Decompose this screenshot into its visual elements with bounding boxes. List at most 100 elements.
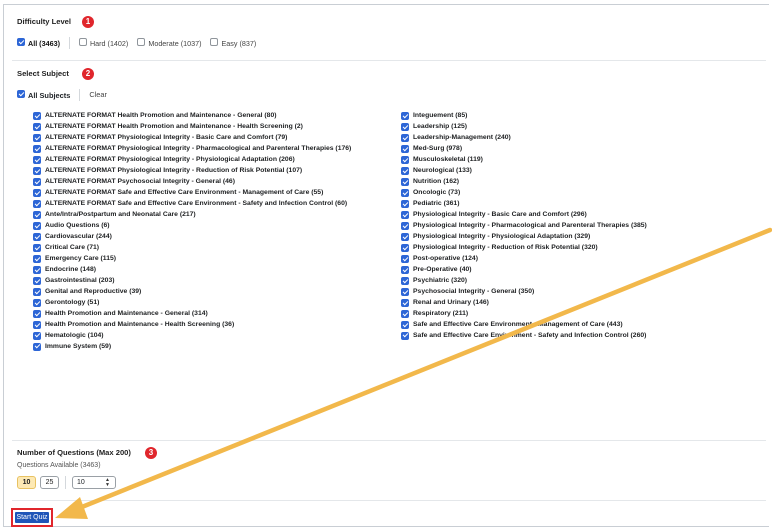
subject-item[interactable]: Pre-Operative (40) bbox=[401, 265, 701, 275]
checkbox-checked-icon bbox=[33, 309, 41, 318]
subject-item[interactable]: Neurological (133) bbox=[401, 166, 701, 176]
subject-item[interactable]: Med-Surg (978) bbox=[401, 144, 701, 154]
checkbox-checked-icon bbox=[401, 287, 409, 296]
checkbox-checked-icon bbox=[33, 144, 41, 153]
checkbox-checked-icon bbox=[33, 221, 41, 230]
subject-item[interactable]: Health Promotion and Maintenance - Healt… bbox=[33, 320, 393, 330]
checkbox-checked-icon bbox=[401, 254, 409, 263]
question-count-stepper[interactable]: 10 ▲ ▼ bbox=[72, 476, 116, 489]
subject-item-label: Psychosocial Integrity - General (350) bbox=[413, 287, 535, 295]
subject-item-label: Audio Questions (6) bbox=[45, 221, 110, 229]
subject-item[interactable]: Renal and Urinary (146) bbox=[401, 298, 701, 308]
subject-item-label: Safe and Effective Care Environment - Sa… bbox=[413, 331, 647, 339]
subject-item-label: ALTERNATE FORMAT Physiological Integrity… bbox=[45, 155, 295, 163]
all-subjects-label: All Subjects bbox=[28, 90, 71, 100]
checkbox-checked-icon bbox=[33, 243, 41, 252]
preset-25-button[interactable]: 25 bbox=[40, 476, 59, 489]
stepper-arrows-icon[interactable]: ▲ ▼ bbox=[105, 478, 110, 488]
checkbox-checked-icon bbox=[401, 177, 409, 186]
subject-item[interactable]: ALTERNATE FORMAT Safe and Effective Care… bbox=[33, 199, 393, 209]
checkbox-unchecked-icon bbox=[210, 38, 219, 46]
subject-item[interactable]: ALTERNATE FORMAT Physiological Integrity… bbox=[33, 166, 393, 176]
subject-item-label: ALTERNATE FORMAT Safe and Effective Care… bbox=[45, 188, 324, 196]
checkbox-checked-icon bbox=[401, 331, 409, 340]
subject-item[interactable]: Musculoskeletal (119) bbox=[401, 155, 701, 165]
difficulty-easy-label: Easy (837) bbox=[221, 38, 257, 48]
subject-item[interactable]: Hematologic (104) bbox=[33, 331, 393, 341]
difficulty-moderate-checkbox[interactable]: Moderate (1037) bbox=[137, 38, 201, 48]
checkbox-checked-icon bbox=[401, 276, 409, 285]
checkbox-checked-icon bbox=[401, 133, 409, 142]
subject-item[interactable]: Post-operative (124) bbox=[401, 254, 701, 264]
subject-item[interactable]: Endocrine (148) bbox=[33, 265, 393, 275]
checkbox-checked-icon bbox=[401, 298, 409, 307]
checkbox-checked-icon bbox=[401, 232, 409, 241]
checkbox-checked-icon bbox=[33, 210, 41, 219]
subject-item-label: ALTERNATE FORMAT Health Promotion and Ma… bbox=[45, 112, 277, 119]
subject-item[interactable]: Gastrointestinal (203) bbox=[33, 276, 393, 286]
subject-item[interactable]: Oncologic (73) bbox=[401, 188, 701, 198]
checkbox-checked-icon bbox=[401, 166, 409, 175]
checkbox-checked-icon bbox=[401, 144, 409, 153]
start-quiz-button[interactable]: Start Quiz bbox=[15, 512, 49, 523]
subject-item[interactable]: Gerontology (51) bbox=[33, 298, 393, 308]
subject-item[interactable]: ALTERNATE FORMAT Health Promotion and Ma… bbox=[33, 122, 393, 132]
preset-10-button[interactable]: 10 bbox=[17, 476, 36, 489]
checkbox-checked-icon bbox=[33, 188, 41, 197]
subject-list-left: ALTERNATE FORMAT Health Promotion and Ma… bbox=[33, 111, 393, 353]
checkbox-checked-icon bbox=[33, 199, 41, 208]
checkbox-checked-icon bbox=[33, 155, 41, 164]
subject-item[interactable]: ALTERNATE FORMAT Safe and Effective Care… bbox=[33, 188, 393, 198]
subject-item[interactable]: Cardiovascular (244) bbox=[33, 232, 393, 242]
subject-item-label: Pre-Operative (40) bbox=[413, 265, 472, 273]
subject-item[interactable]: Physiological Integrity - Basic Care and… bbox=[401, 210, 701, 220]
subject-item[interactable]: ALTERNATE FORMAT Psychosocial Integrity … bbox=[33, 177, 393, 187]
subject-item[interactable]: ALTERNATE FORMAT Physiological Integrity… bbox=[33, 133, 393, 143]
subject-item[interactable]: Integuement (85) bbox=[401, 111, 701, 121]
subject-item[interactable]: Health Promotion and Maintenance - Gener… bbox=[33, 309, 393, 319]
subject-item[interactable]: Physiological Integrity - Reduction of R… bbox=[401, 243, 701, 253]
subject-item[interactable]: Genital and Reproductive (39) bbox=[33, 287, 393, 297]
checkbox-checked-icon bbox=[33, 232, 41, 241]
subject-item[interactable]: Pediatric (361) bbox=[401, 199, 701, 209]
step-badge-1: 1 bbox=[82, 16, 94, 28]
subject-item[interactable]: Psychosocial Integrity - General (350) bbox=[401, 287, 701, 297]
subject-item-label: Pediatric (361) bbox=[413, 199, 460, 207]
checkbox-checked-icon bbox=[401, 199, 409, 208]
subject-item-label: Health Promotion and Maintenance - Healt… bbox=[45, 320, 235, 328]
subject-item[interactable]: Respiratory (211) bbox=[401, 309, 701, 319]
checkbox-checked-icon bbox=[33, 265, 41, 274]
difficulty-hard-label: Hard (1402) bbox=[89, 38, 129, 48]
subject-item[interactable]: Leadership (125) bbox=[401, 122, 701, 132]
subject-item[interactable]: Safe and Effective Care Environment - Ma… bbox=[401, 320, 701, 330]
difficulty-easy-checkbox[interactable]: Easy (837) bbox=[210, 38, 257, 48]
subject-item[interactable]: Physiological Integrity - Physiological … bbox=[401, 232, 701, 242]
difficulty-hard-checkbox[interactable]: Hard (1402) bbox=[78, 38, 129, 48]
subject-item[interactable]: Nutrition (162) bbox=[401, 177, 701, 187]
subject-item[interactable]: ALTERNATE FORMAT Physiological Integrity… bbox=[33, 155, 393, 165]
subject-item[interactable]: Audio Questions (6) bbox=[33, 221, 393, 231]
subject-item-label: Endocrine (148) bbox=[45, 265, 96, 273]
difficulty-all-checkbox[interactable]: All (3463) bbox=[17, 38, 60, 48]
subject-item-label: Renal and Urinary (146) bbox=[413, 298, 489, 306]
checkbox-checked-icon bbox=[33, 331, 41, 340]
subject-item[interactable]: Safe and Effective Care Environment - Sa… bbox=[401, 331, 701, 341]
subject-item-label: Critical Care (71) bbox=[45, 243, 100, 251]
subject-item[interactable]: Emergency Care (115) bbox=[33, 254, 393, 264]
subject-item[interactable]: Critical Care (71) bbox=[33, 243, 393, 253]
subject-item[interactable]: Ante/Intra/Postpartum and Neonatal Care … bbox=[33, 210, 393, 220]
subject-item[interactable]: ALTERNATE FORMAT Health Promotion and Ma… bbox=[33, 111, 393, 121]
subject-item-label: Oncologic (73) bbox=[413, 188, 461, 196]
all-subjects-checkbox[interactable]: All Subjects bbox=[17, 90, 71, 100]
subject-item[interactable]: Leadership-Management (240) bbox=[401, 133, 701, 143]
checkbox-unchecked-icon bbox=[137, 38, 146, 46]
checkbox-checked-icon bbox=[33, 133, 41, 142]
subject-item-label: Safe and Effective Care Environment - Ma… bbox=[413, 320, 623, 328]
subject-item-label: ALTERNATE FORMAT Physiological Integrity… bbox=[45, 166, 303, 174]
subject-item[interactable]: Psychiatric (320) bbox=[401, 276, 701, 286]
subject-item[interactable]: ALTERNATE FORMAT Physiological Integrity… bbox=[33, 144, 393, 154]
subject-item[interactable]: Physiological Integrity - Pharmacologica… bbox=[401, 221, 701, 231]
subject-item[interactable]: Immune System (59) bbox=[33, 342, 393, 352]
checkbox-unchecked-icon bbox=[78, 38, 87, 46]
clear-button[interactable]: Clear bbox=[79, 89, 107, 101]
